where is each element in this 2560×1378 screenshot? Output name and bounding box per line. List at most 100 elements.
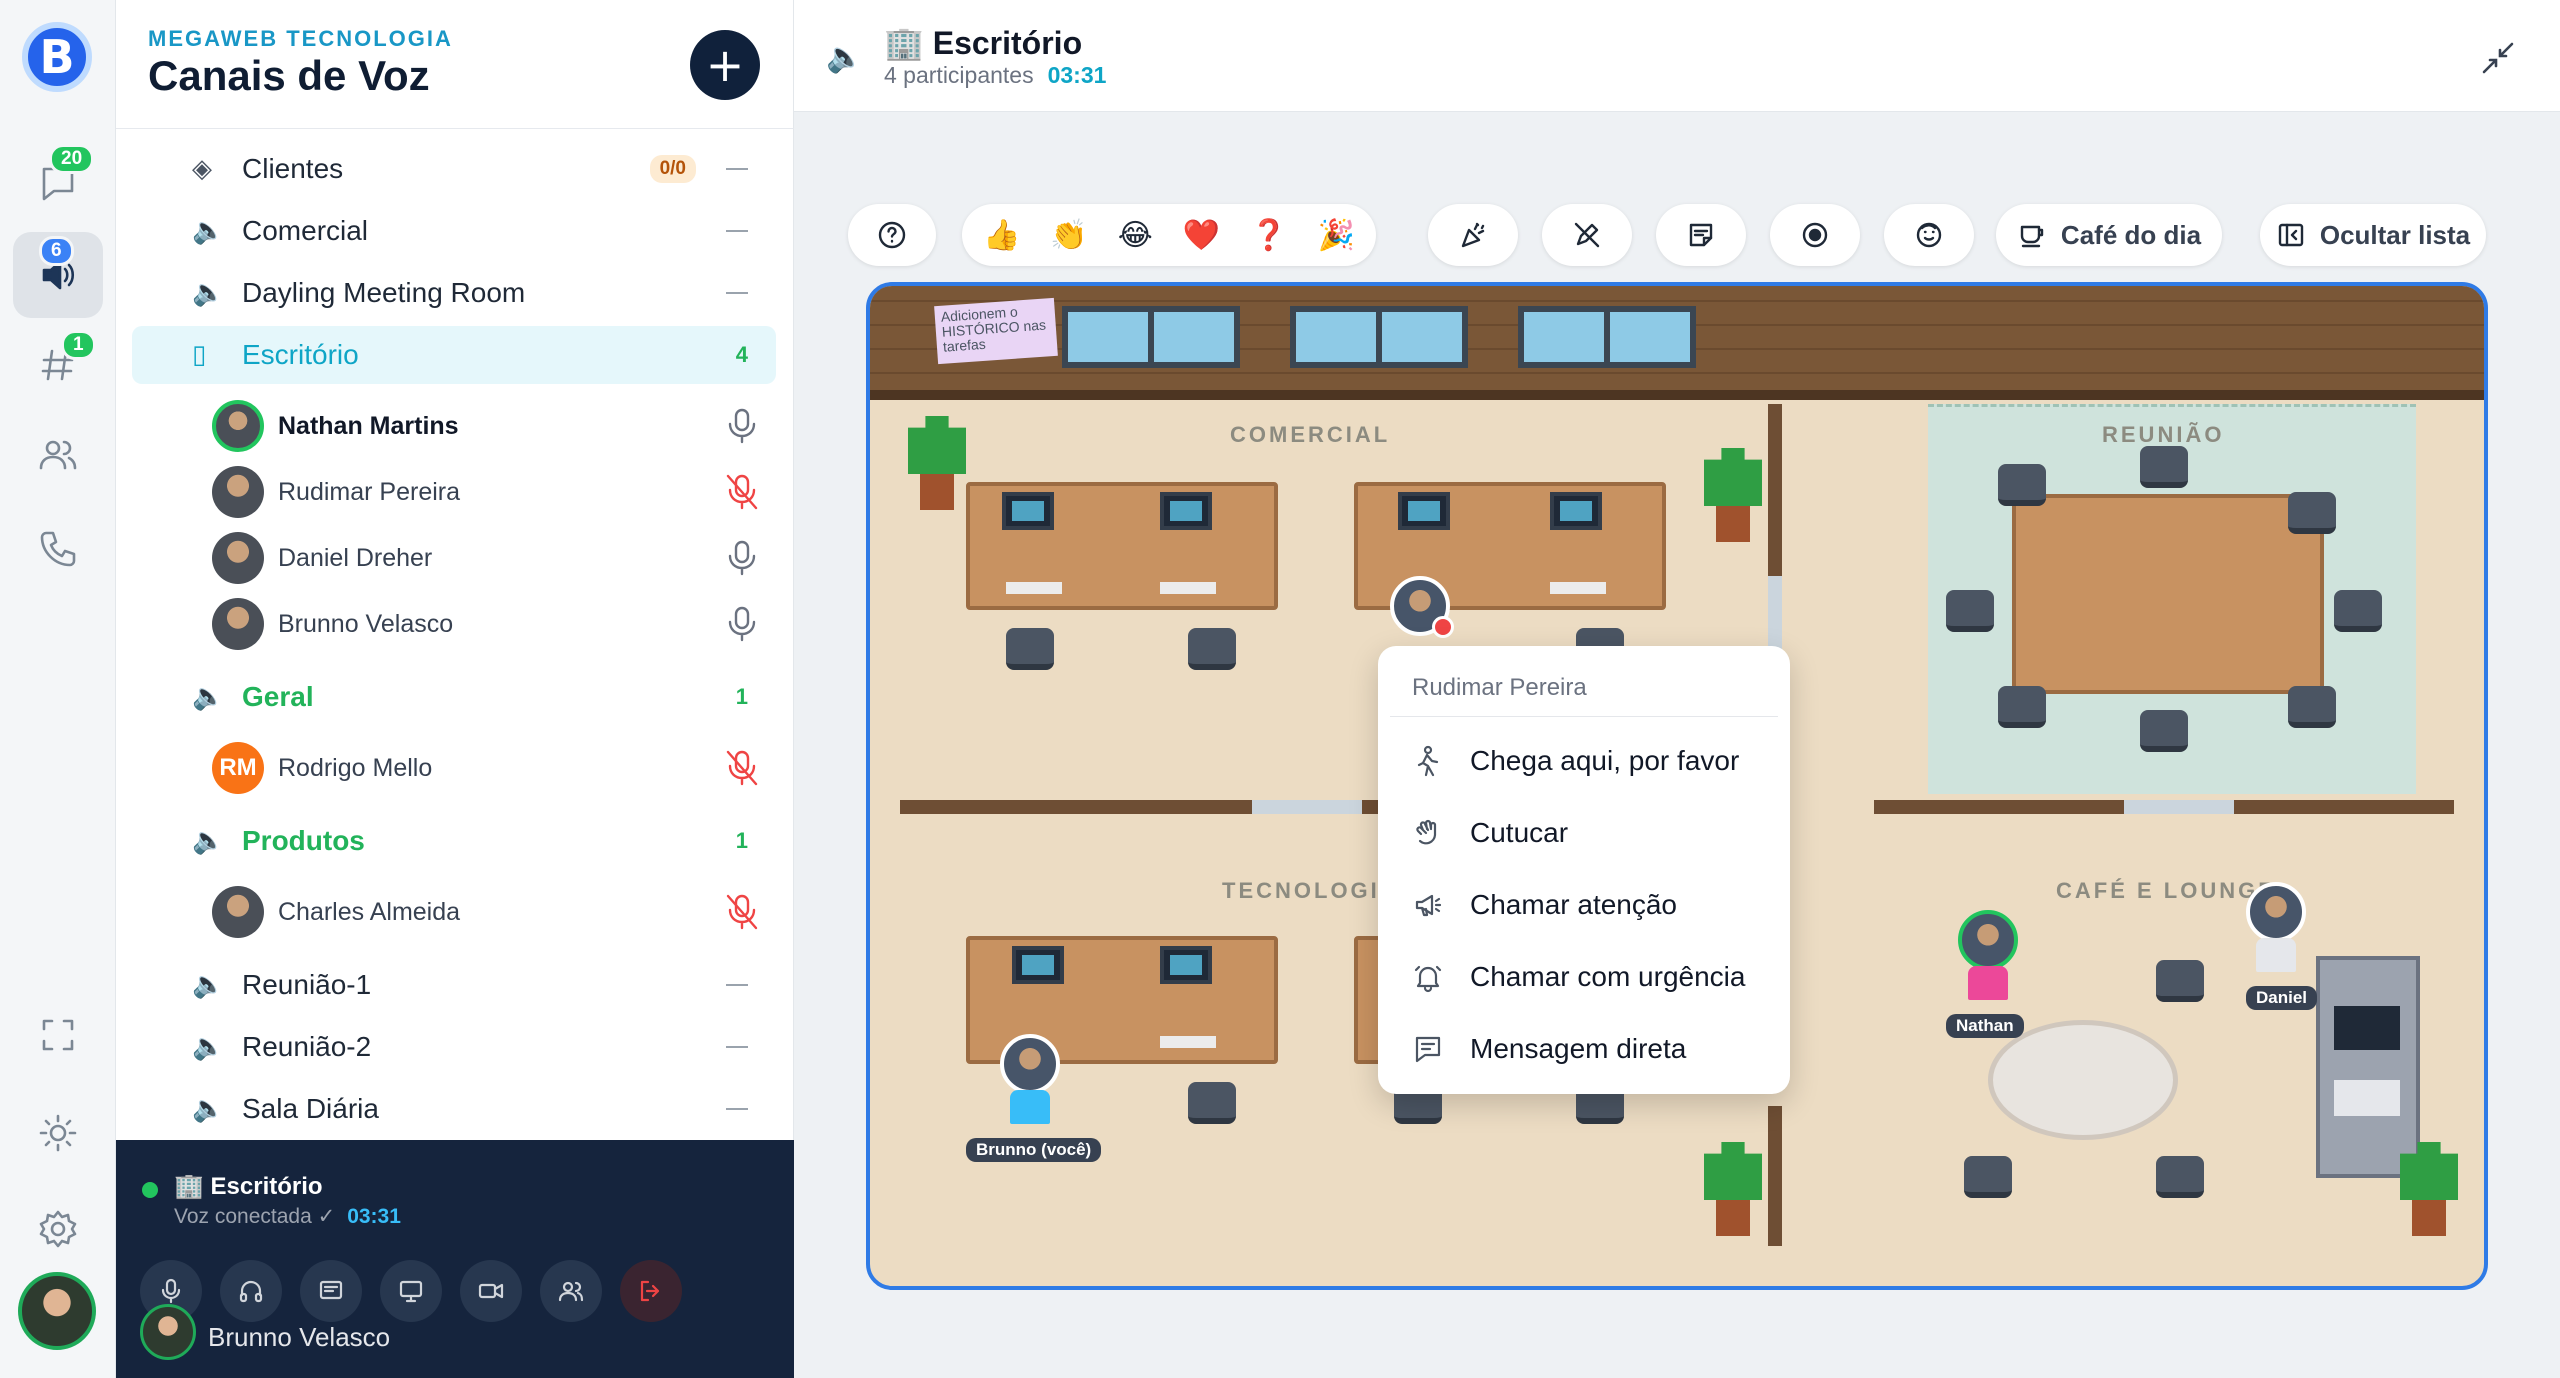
app-logo[interactable]: B (22, 22, 92, 92)
collapse-dash[interactable] (726, 292, 748, 294)
member-brunno-velasco[interactable]: Brunno Velasco (132, 594, 776, 654)
header-divider (116, 128, 794, 129)
theme-toggle-button[interactable] (13, 1090, 103, 1176)
lounge-table (1988, 1020, 2178, 1140)
channel-reuniao-1[interactable]: 🔈 Reunião-1 (132, 956, 776, 1014)
chair (1964, 1156, 2012, 1198)
megaphone-icon (1415, 894, 1442, 917)
speaker-icon: 🔈 (192, 970, 225, 1000)
tag-icon: ◈ (192, 154, 212, 184)
user-name: Brunno Velasco (208, 1322, 391, 1352)
partition (1768, 404, 1782, 576)
fullscreen-icon (42, 1019, 74, 1051)
channel-name: Clientes (242, 153, 344, 184)
menu-item-come-here[interactable]: Chega aqui, por favor (1378, 726, 1790, 796)
channel-clientes[interactable]: ◈ Clientes 0/0 (132, 140, 776, 198)
map-avatar-brunno[interactable] (1000, 1034, 1060, 1094)
avatar-body (1968, 966, 2008, 1000)
channel-name: Sala Diária (242, 1093, 379, 1124)
channel-escritorio[interactable]: ▯ Escritório 4 (132, 326, 776, 384)
channel-sala-diaria[interactable]: 🔈 Sala Diária (132, 1080, 776, 1138)
channel-count: 1 (735, 828, 748, 853)
minimize-button[interactable] (2478, 38, 2518, 78)
cafe-do-dia-button[interactable]: Café do dia (1996, 204, 2222, 266)
clap-reaction[interactable]: 👏 (1050, 218, 1087, 253)
collapse-dash[interactable] (726, 168, 748, 170)
channel-produtos[interactable]: 🔈 Produtos 1 (132, 812, 776, 870)
panel-title: Canais de Voz (148, 52, 430, 99)
laugh-reaction[interactable]: 😂 (1118, 218, 1153, 253)
map-avatar-nathan[interactable] (1958, 910, 2018, 970)
map-avatar-daniel[interactable] (2246, 882, 2306, 942)
collapse-dash[interactable] (726, 1108, 748, 1110)
question-reaction[interactable]: ❓ (1250, 218, 1287, 253)
menu-item-poke[interactable]: Cutucar (1378, 798, 1790, 868)
collapse-dash[interactable] (726, 230, 748, 232)
channel-reuniao-2[interactable]: 🔈 Reunião-2 (132, 1018, 776, 1076)
messages-nav-button[interactable]: 20 (13, 140, 103, 226)
member-rudimar-pereira[interactable]: Rudimar Pereira (132, 462, 776, 522)
record-button[interactable] (1770, 204, 1860, 266)
deafen-button[interactable] (220, 1260, 282, 1322)
chair (2288, 492, 2336, 534)
waving-hand-icon (1416, 819, 1437, 845)
confetti-button[interactable] (1428, 204, 1518, 266)
help-button[interactable] (848, 204, 936, 266)
menu-item-call-attention[interactable]: Chamar atenção (1378, 870, 1790, 940)
channel-geral[interactable]: 🔈 Geral 1 (132, 668, 776, 726)
channel-comercial[interactable]: 🔈 Comercial (132, 202, 776, 260)
draw-button[interactable] (1542, 204, 1632, 266)
text-channels-nav-button[interactable]: 1 (13, 322, 103, 408)
calls-nav-button[interactable] (13, 506, 103, 592)
headphones-icon (239, 1280, 263, 1303)
partition (900, 800, 1252, 814)
leave-call-button[interactable] (620, 1260, 682, 1322)
room-header: 🔈 🏢 Escritório 4 participantes 03:31 (794, 0, 2560, 112)
hide-list-button[interactable]: Ocultar lista (2260, 204, 2486, 266)
speaker-icon: 🔈 (192, 216, 225, 246)
thumbs-up-reaction[interactable]: 👍 (983, 218, 1020, 253)
face-icon (1916, 222, 1942, 248)
channel-name: Produtos (242, 825, 365, 856)
participants-count: 4 participantes (884, 62, 1034, 88)
user-avatar (140, 1304, 196, 1360)
add-channel-button[interactable]: + (690, 30, 760, 100)
status-text: Voz conectada ✓ (174, 1205, 336, 1228)
plant (1704, 1142, 1762, 1238)
chat-button[interactable] (300, 1260, 362, 1322)
member-nathan-martins[interactable]: Nathan Martins (132, 396, 776, 456)
collapse-dash[interactable] (726, 1046, 748, 1048)
room-label-cafe-lounge: CAFÉ E LOUNGE (2056, 878, 2276, 903)
profile-avatar[interactable] (18, 1272, 96, 1350)
microphone-icon (722, 604, 762, 644)
fullscreen-button[interactable] (13, 992, 103, 1078)
glass-partition (1252, 800, 1362, 814)
channel-dayling-meeting-room[interactable]: 🔈 Dayling Meeting Room (132, 264, 776, 322)
plant (2400, 1142, 2458, 1238)
microphone-icon (722, 538, 762, 578)
menu-item-direct-message[interactable]: Mensagem direta (1378, 1014, 1790, 1084)
voice-channels-nav-button[interactable]: 6 (13, 232, 103, 318)
chair (1188, 1082, 1236, 1124)
camera-button[interactable] (460, 1260, 522, 1322)
notes-button[interactable] (1656, 204, 1746, 266)
settings-button[interactable] (13, 1186, 103, 1272)
muted-indicator (1432, 616, 1454, 638)
member-daniel-dreher[interactable]: Daniel Dreher (132, 528, 776, 588)
avatar-button[interactable] (1884, 204, 1974, 266)
message-square-icon (1415, 1036, 1441, 1063)
party-reaction[interactable]: 🎉 (1318, 218, 1355, 253)
sticky-note[interactable]: Adicionem o HISTÓRICO nas tarefas (934, 297, 1058, 365)
member-charles-almeida[interactable]: Charles Almeida (132, 882, 776, 942)
collapse-dash[interactable] (726, 984, 748, 986)
alarm-bell-icon (1414, 965, 1442, 993)
chair (1998, 686, 2046, 728)
contacts-nav-button[interactable] (13, 412, 103, 498)
microphone-muted-icon (722, 892, 762, 932)
menu-item-urgent-call[interactable]: Chamar com urgência (1378, 942, 1790, 1012)
member-name: Daniel Dreher (278, 543, 433, 572)
participants-button[interactable] (540, 1260, 602, 1322)
screen-share-button[interactable] (380, 1260, 442, 1322)
member-rodrigo-mello[interactable]: RM Rodrigo Mello (132, 738, 776, 798)
heart-reaction[interactable]: ❤️ (1183, 218, 1220, 253)
